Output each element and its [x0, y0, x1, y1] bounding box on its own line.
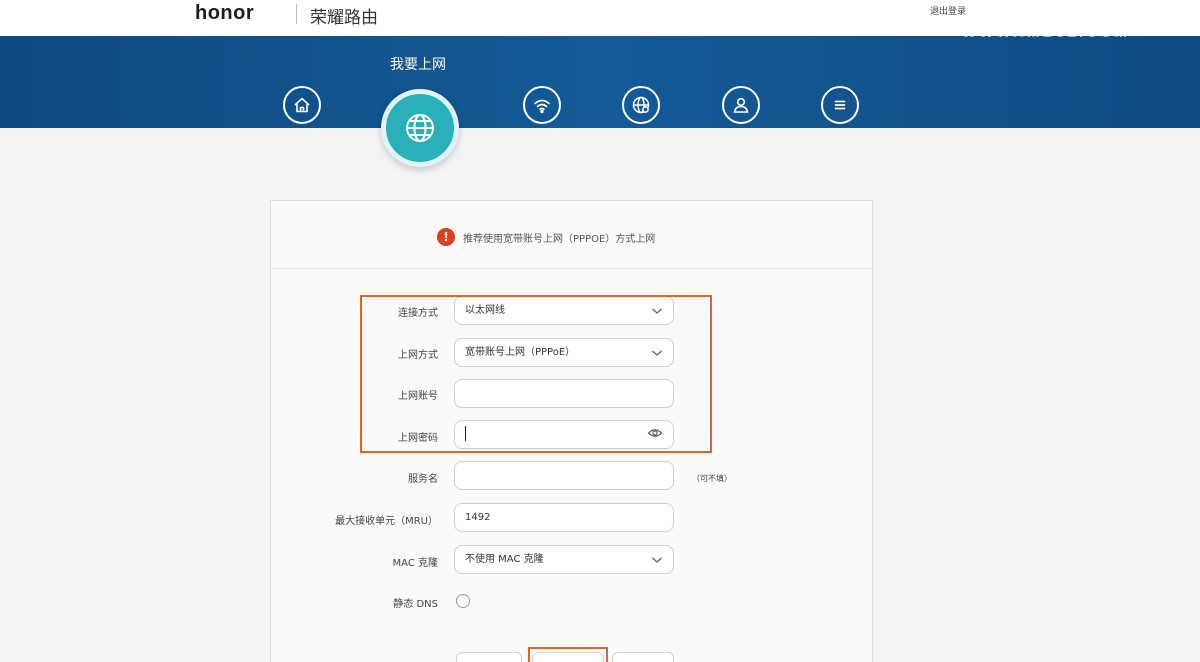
- nav-home[interactable]: [283, 86, 321, 124]
- mru-label: 最大接收单元（MRU）: [335, 516, 438, 527]
- menu-icon: [834, 100, 846, 110]
- cancel-button[interactable]: [456, 652, 522, 662]
- product-name: 荣耀路由: [310, 8, 378, 28]
- active-nav-label: 我要上网: [390, 57, 446, 73]
- globe-settings-icon: [632, 96, 650, 114]
- home-icon: [294, 97, 310, 113]
- nav-internet[interactable]: [381, 89, 459, 167]
- user-icon: [733, 97, 749, 113]
- chevron-down-icon: [652, 557, 662, 563]
- optional-hint: （可不填）: [692, 474, 732, 483]
- nav-wifi[interactable]: [523, 86, 561, 124]
- brand-logo: honor: [195, 2, 255, 24]
- mru-value: 1492: [465, 512, 491, 523]
- nav-user[interactable]: [722, 86, 760, 124]
- service-name-input[interactable]: [454, 461, 674, 490]
- logo-divider: [296, 4, 297, 24]
- globe-icon: [406, 114, 434, 142]
- warning-icon: !: [437, 228, 455, 246]
- logout-link[interactable]: 退出登录: [930, 4, 966, 17]
- nav-banner: [0, 36, 1200, 128]
- highlight-box-credentials: [360, 295, 712, 453]
- watermark-text: WWW.IMB31.COM: [962, 24, 1131, 41]
- highlight-box-save: [528, 647, 608, 662]
- nav-network-settings[interactable]: [622, 86, 660, 124]
- nav-more[interactable]: [821, 86, 859, 124]
- mru-input[interactable]: 1492: [454, 503, 674, 532]
- service-name-label: 服务名: [408, 474, 438, 485]
- mac-clone-select[interactable]: 不使用 MAC 克隆: [454, 545, 674, 574]
- mac-clone-value: 不使用 MAC 克隆: [465, 554, 544, 565]
- secondary-button[interactable]: [612, 652, 674, 662]
- wifi-icon: [534, 99, 550, 114]
- notice-text: 推荐使用宽带账号上网（PPPOE）方式上网: [463, 234, 656, 245]
- pppoe-notice: ! 推荐使用宽带账号上网（PPPOE）方式上网: [271, 201, 872, 269]
- static-dns-label: 静态 DNS: [393, 599, 438, 610]
- static-dns-toggle[interactable]: [456, 594, 470, 608]
- mac-clone-label: MAC 克隆: [392, 558, 438, 569]
